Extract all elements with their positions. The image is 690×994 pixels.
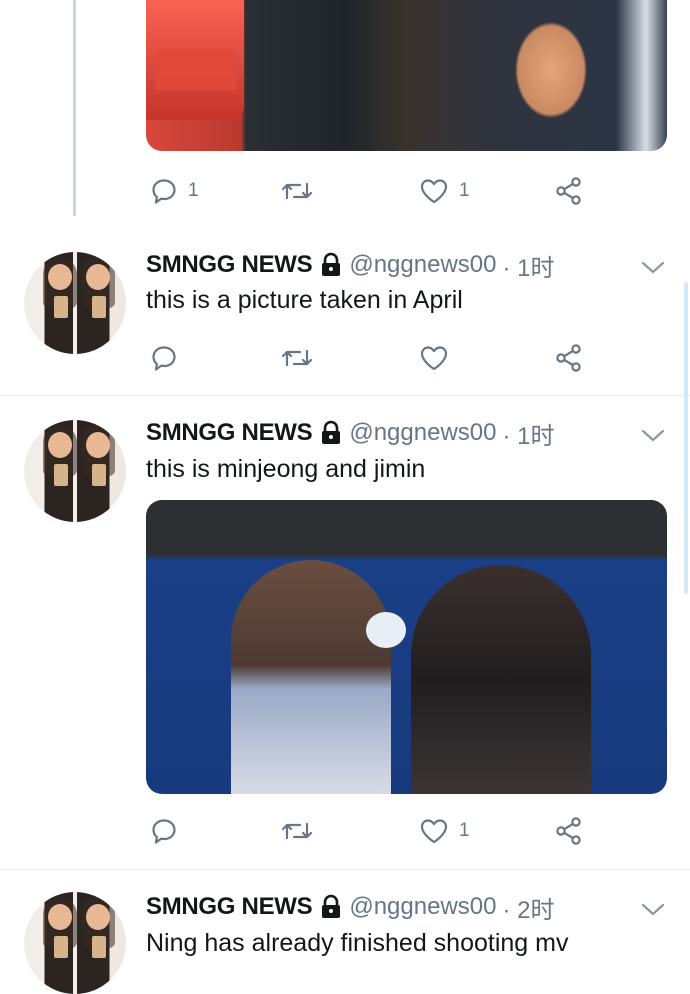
tweet-media-image[interactable] [146,0,667,151]
thread-line [73,0,76,216]
retweet-button[interactable] [280,816,324,846]
share-icon [556,817,581,845]
retweet-button[interactable] [280,176,314,206]
like-button[interactable]: 1 [419,176,470,206]
reply-icon [152,819,176,844]
tweet-time[interactable]: · 1时 [502,248,554,283]
tweet-header: SMNGG NEWS @nggnews00 · 1时 [146,248,555,283]
author-name[interactable]: SMNGG NEWS [146,251,313,279]
reply-icon [152,179,176,204]
reply-button[interactable] [150,816,188,846]
tweet-text: Ning has already finished shooting mv [146,929,569,957]
retweet-icon [281,182,313,200]
tweet-text: this is minjeong and jimin [146,455,426,483]
reply-count: 1 [188,180,199,201]
tweet-time[interactable]: · 1时 [502,416,554,451]
share-button[interactable] [554,816,584,846]
reply-button[interactable]: 1 [150,176,199,206]
share-icon [556,344,581,372]
lock-icon [322,420,341,444]
retweet-icon [281,349,313,367]
divider [0,869,690,870]
author-name[interactable]: SMNGG NEWS [146,419,313,447]
tweet-text: this is a picture taken in April [146,286,463,314]
avatar[interactable] [24,252,126,354]
like-button[interactable] [419,343,459,373]
heart-icon [420,819,448,844]
tweet-header: SMNGG NEWS @nggnews00 · 2时 [146,890,555,925]
lock-icon [322,252,341,276]
chevron-down-icon[interactable] [640,257,666,277]
like-count: 1 [459,180,470,201]
author-name[interactable]: SMNGG NEWS [146,893,313,921]
reply-icon [152,346,176,371]
heart-icon [420,179,448,204]
tweet-time[interactable]: · 2时 [502,890,554,925]
tweet-media-image[interactable] [146,500,667,794]
chevron-down-icon[interactable] [640,899,666,919]
reply-button[interactable] [150,343,188,373]
avatar[interactable] [24,892,126,994]
retweet-button[interactable] [280,343,324,373]
share-button[interactable] [554,343,584,373]
retweet-icon [281,822,313,840]
like-count: 1 [459,820,470,841]
lock-icon [322,894,341,918]
share-icon [556,177,581,205]
tweet-header: SMNGG NEWS @nggnews00 · 1时 [146,416,555,451]
heart-icon [420,346,448,371]
avatar[interactable] [24,420,126,522]
author-handle[interactable]: @nggnews00 [349,419,496,447]
share-button[interactable] [554,176,584,206]
scrollbar[interactable] [684,282,688,594]
author-handle[interactable]: @nggnews00 [349,251,496,279]
like-button[interactable]: 1 [419,816,470,846]
chevron-down-icon[interactable] [640,425,666,445]
author-handle[interactable]: @nggnews00 [349,893,496,921]
divider [0,395,690,396]
